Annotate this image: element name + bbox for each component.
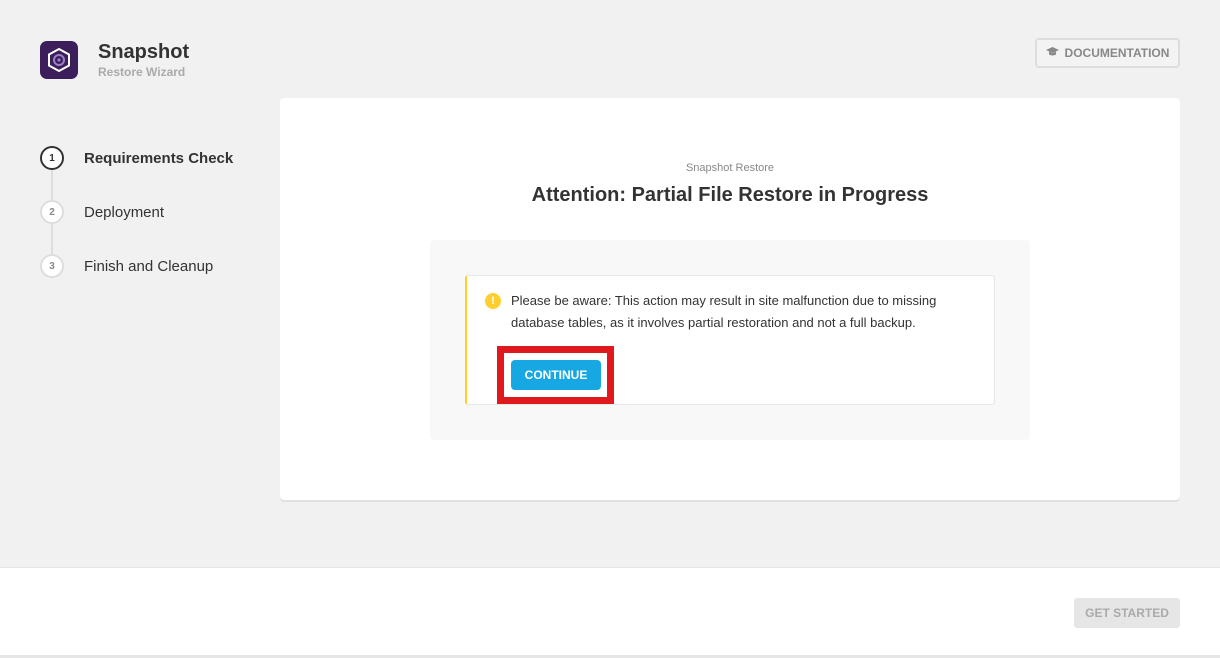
step-connector [51,224,53,254]
step-label: Finish and Cleanup [84,257,214,275]
brand: Snapshot Restore Wizard [98,40,189,80]
continue-button[interactable]: CONTINUE [511,360,601,390]
footer-bar: GET STARTED [0,567,1220,655]
step-number: 3 [40,254,64,278]
step-label: Requirements Check [84,149,234,167]
step-number: 2 [40,200,64,224]
step-label: Deployment [84,203,165,221]
warning-icon: ! [485,293,501,309]
graduation-cap-icon [1045,46,1059,60]
get-started-button[interactable]: GET STARTED [1074,598,1180,628]
documentation-button[interactable]: DOCUMENTATION [1035,38,1180,68]
app-header: Snapshot Restore Wizard [40,40,189,80]
app-subtitle: Restore Wizard [98,65,186,79]
step-finish-and-cleanup: 3 Finish and Cleanup [40,254,233,278]
step-connector [51,170,53,200]
app-title: Snapshot [98,41,190,63]
step-requirements-check: 1 Requirements Check [40,146,234,200]
wizard-steps: 1 Requirements Check 2 Deployment 3 Fini… [40,146,233,308]
step-number: 1 [40,146,64,170]
documentation-label: DOCUMENTATION [1064,46,1170,60]
warning-text: Please be aware: This action may result … [511,293,937,330]
card-eyebrow: Snapshot Restore [685,162,775,174]
snapshot-logo-icon [40,41,78,79]
main-card: Snapshot Restore Attention: Partial File… [280,98,1180,500]
step-deployment: 2 Deployment [40,200,233,254]
notice-container: ! Please be aware: This action may resul… [430,240,1030,440]
page-title: Attention: Partial File Restore in Progr… [531,184,929,206]
warning-notice: ! Please be aware: This action may resul… [465,275,995,405]
